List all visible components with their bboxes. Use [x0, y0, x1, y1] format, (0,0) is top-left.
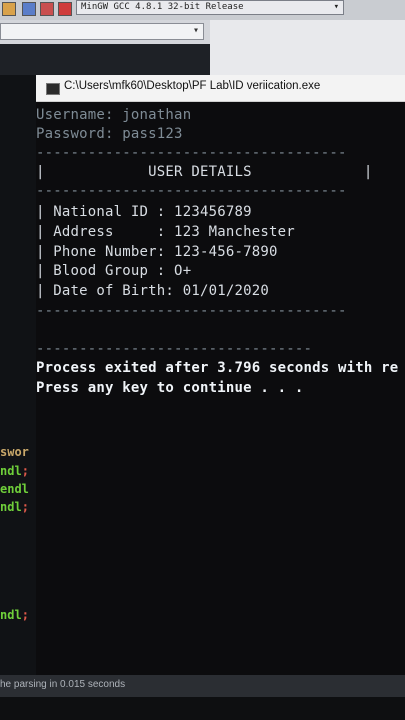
- dob-line: | Date of Birth: 01/01/2020: [36, 283, 269, 299]
- scope-dropdown[interactable]: ▾: [0, 23, 204, 40]
- code-editor[interactable]: swor ndl; endl ndl; ndl;: [0, 75, 36, 675]
- console-title-bar[interactable]: C:\Users\mfk60\Desktop\PF Lab\ID veriica…: [36, 75, 405, 102]
- national-id-line: | National ID : 123456789: [36, 204, 252, 220]
- ide-secondary-toolbar: ▾: [0, 20, 210, 45]
- console-icon: [46, 83, 60, 95]
- code-fragment: endl: [0, 482, 29, 496]
- compiler-select-value: MinGW GCC 4.8.1 32-bit Release: [81, 2, 244, 12]
- editor-tab-area: [0, 44, 210, 75]
- user-details-header: | USER DETAILS |: [36, 164, 373, 180]
- code-fragment: swor: [0, 445, 29, 459]
- code-fragment: ndl;: [0, 500, 29, 514]
- phone-line: | Phone Number: 123-456-7890: [36, 244, 278, 260]
- process-exit-line: Process exited after 3.796 seconds with …: [36, 360, 399, 376]
- ide-toolbar: MinGW GCC 4.8.1 32-bit Release ▾: [0, 0, 405, 21]
- press-key-line: Press any key to continue . . .: [36, 380, 304, 396]
- password-line: Password: pass123: [36, 126, 183, 142]
- separator-line: ------------------------------------: [36, 145, 347, 161]
- status-bar: he parsing in 0.015 seconds: [0, 675, 405, 697]
- status-text: he parsing in 0.015 seconds: [0, 679, 126, 690]
- chevron-down-icon: ▾: [192, 25, 199, 36]
- chevron-down-icon: ▾: [333, 2, 339, 12]
- compiler-select[interactable]: MinGW GCC 4.8.1 32-bit Release ▾: [76, 0, 344, 15]
- console-window[interactable]: C:\Users\mfk60\Desktop\PF Lab\ID veriica…: [36, 75, 405, 675]
- username-line: Username: jonathan: [36, 107, 192, 123]
- toolbar-icon-1[interactable]: [2, 2, 16, 16]
- code-fragment: ndl;: [0, 464, 29, 478]
- separator-line: ------------------------------------: [36, 183, 347, 199]
- blood-group-line: | Blood Group : O+: [36, 263, 192, 279]
- chart-icon[interactable]: [22, 2, 36, 16]
- separator-line: ------------------------------------: [36, 303, 347, 319]
- address-line: | Address : 123 Manchester: [36, 224, 295, 240]
- separator-line: --------------------------------: [36, 341, 313, 357]
- code-fragment: ndl;: [0, 608, 29, 622]
- ide-toolbar-area: [210, 20, 405, 75]
- taskbar-area: [0, 697, 405, 720]
- console-title: C:\Users\mfk60\Desktop\PF Lab\ID veriica…: [64, 80, 321, 92]
- grid-icon[interactable]: [40, 2, 54, 16]
- close-icon[interactable]: [58, 2, 72, 16]
